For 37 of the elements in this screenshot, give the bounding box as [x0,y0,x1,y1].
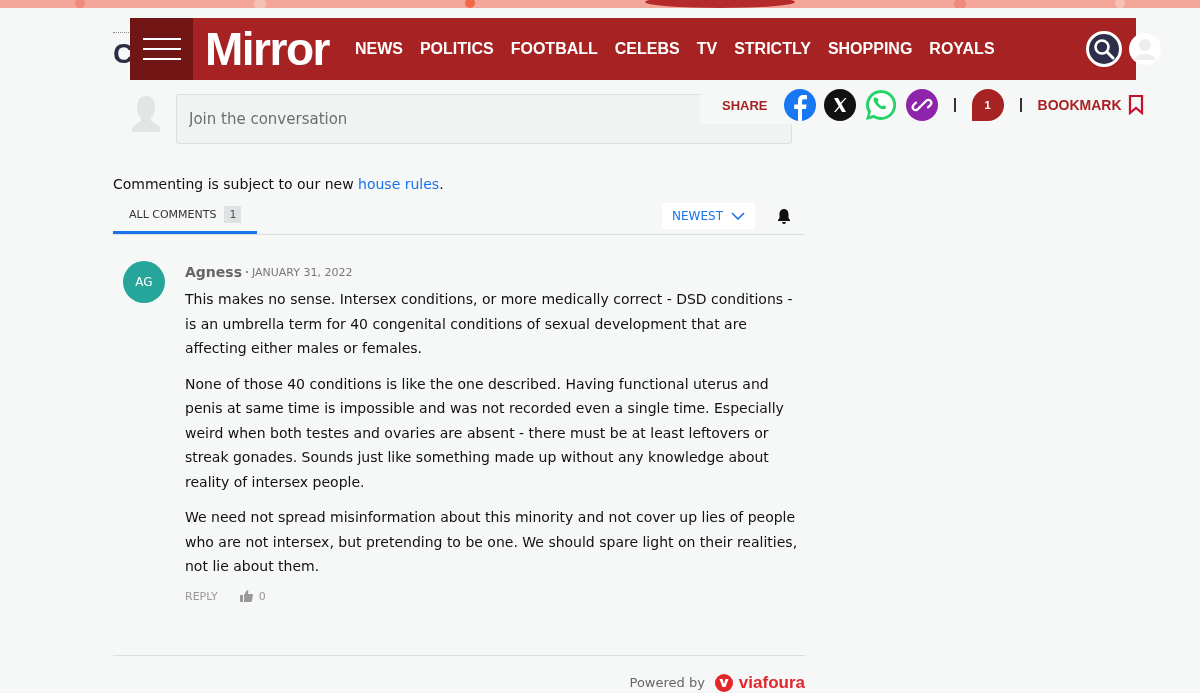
rules-note: Commenting is subject to our new house rules. [113,176,445,192]
comment-count[interactable]: 1 [971,89,1004,121]
search-button[interactable] [1086,31,1122,67]
share-label: SHARE [722,97,768,113]
menu-icon [142,37,181,61]
brand-name: viafoura [738,672,805,693]
nav-link[interactable]: FOOTBALL [510,40,598,58]
user-avatar: AG [123,261,165,303]
nav-link[interactable]: NEWS [354,40,403,58]
menu-button[interactable] [130,18,193,80]
x-icon[interactable] [823,89,856,121]
comment-text: We need not spread misinformation about this minority and not cover up lies of people who are not intersex, but pretending to be one. We should spare light on their realities, not lie about them. [185,508,799,576]
sort-dropdown[interactable]: NEWEST [662,203,755,229]
comment-text: None of those 40 conditions is like the one described. Having functional uterus and penis at same time is impossible and was not recorded even a single time. Especially weird when both testes and ovaries are absent - there must be at least leftovers or streak gonades. Sounds just like something made up without any knowledge about reality of intersex people. [185,374,785,492]
powered-by-label: Powered by [629,675,705,690]
caret-icon [731,212,745,220]
comment-author[interactable]: Agness [185,264,242,280]
facebook-icon[interactable] [783,89,816,121]
bookmark-button[interactable]: BOOKMARK [1037,95,1144,115]
bookmark-icon [1127,95,1144,115]
search-icon [1093,38,1115,60]
house-rules-link[interactable]: house rules [358,176,440,192]
like-count: 0 [258,589,266,603]
site-logo[interactable]: Mirror [205,22,329,76]
user-icon[interactable] [1129,33,1161,65]
link-icon[interactable] [905,89,938,121]
comment-text: This makes no sense. Intersex conditions, or more medically correct - DSD conditions - is an umbrella term for 40 congenital conditions of sexual development that are affecting either males or females. [185,290,794,358]
nav-link[interactable]: CELEBS [614,40,680,58]
nav-link[interactable]: POLITICS [419,40,494,58]
thumbs-up-icon[interactable] [239,590,253,602]
comment-date: JANUARY 31, 2022 [252,265,353,279]
bell-icon[interactable] [777,208,791,224]
comments-tab[interactable]: ALL COMMENTS 1 [113,198,258,234]
nav-link[interactable]: SHOPPING [827,40,913,58]
nav-link[interactable]: TV [696,40,718,58]
nav-link[interactable]: STRICTLY [734,40,811,58]
nav-link[interactable]: ROYALS [929,40,995,58]
